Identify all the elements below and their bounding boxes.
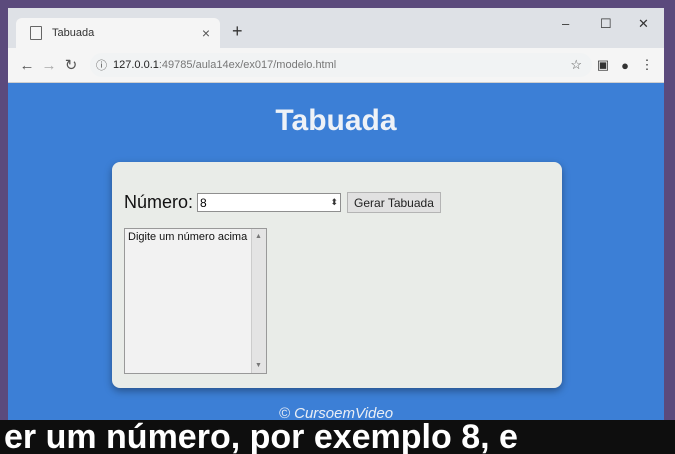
numero-value: 8 — [200, 195, 207, 210]
maximize-button[interactable]: ☐ — [600, 16, 612, 32]
url-path: :49785/aula14ex/ex017/modelo.html — [158, 59, 337, 71]
tab-tabuada[interactable]: Tabuada × — [16, 18, 220, 48]
gerar-tabuada-button[interactable]: Gerar Tabuada — [347, 192, 441, 213]
address-bar[interactable]: ⓘ 127.0.0.1 :49785/aula14ex/ex017/modelo… — [90, 53, 592, 77]
browser-toolbar: ← → ↻ ⓘ 127.0.0.1 :49785/aula14ex/ex017/… — [8, 48, 664, 83]
page-icon — [30, 26, 42, 40]
list-item[interactable]: Digite um número acima — [125, 229, 266, 243]
url-host: 127.0.0.1 — [113, 59, 159, 71]
star-icon[interactable]: ☆ — [570, 57, 582, 73]
back-icon[interactable]: ← — [16, 57, 38, 74]
menu-icon[interactable]: ⋮ — [636, 57, 658, 73]
profile-icon[interactable]: ● — [614, 58, 636, 73]
minimize-button[interactable]: – — [562, 16, 569, 31]
extension-icon[interactable]: ▣ — [592, 57, 614, 73]
reload-icon[interactable]: ↻ — [60, 56, 82, 74]
tabuada-select[interactable]: Digite um número acima ▲ ▼ — [124, 228, 267, 374]
scroll-down-icon[interactable]: ▼ — [255, 362, 262, 369]
page-title: Tabuada — [275, 104, 397, 137]
scroll-up-icon[interactable]: ▲ — [255, 233, 262, 240]
video-caption: er um número, por exemplo 8, e — [0, 420, 675, 454]
forward-icon[interactable]: → — [38, 57, 60, 74]
close-tab-icon[interactable]: × — [202, 25, 210, 41]
close-window-button[interactable]: ✕ — [638, 16, 649, 32]
tabuada-card: Número: 8 ⬍ Gerar Tabuada Digite um núme… — [112, 162, 562, 388]
spinner-icon[interactable]: ⬍ — [330, 197, 338, 208]
browser-window: Tabuada × + – ☐ ✕ ← → ↻ ⓘ 127.0.0.1 :497… — [8, 8, 664, 452]
new-tab-button[interactable]: + — [232, 21, 243, 42]
numero-label: Número: — [124, 192, 194, 212]
tab-strip: Tabuada × + – ☐ ✕ — [8, 8, 664, 48]
info-icon[interactable]: ⓘ — [96, 57, 107, 73]
numero-row: Número: 8 ⬍ Gerar Tabuada — [124, 192, 441, 213]
tab-title: Tabuada — [52, 27, 95, 39]
scrollbar[interactable]: ▲ ▼ — [251, 229, 266, 373]
numero-input[interactable]: 8 ⬍ — [197, 193, 342, 212]
